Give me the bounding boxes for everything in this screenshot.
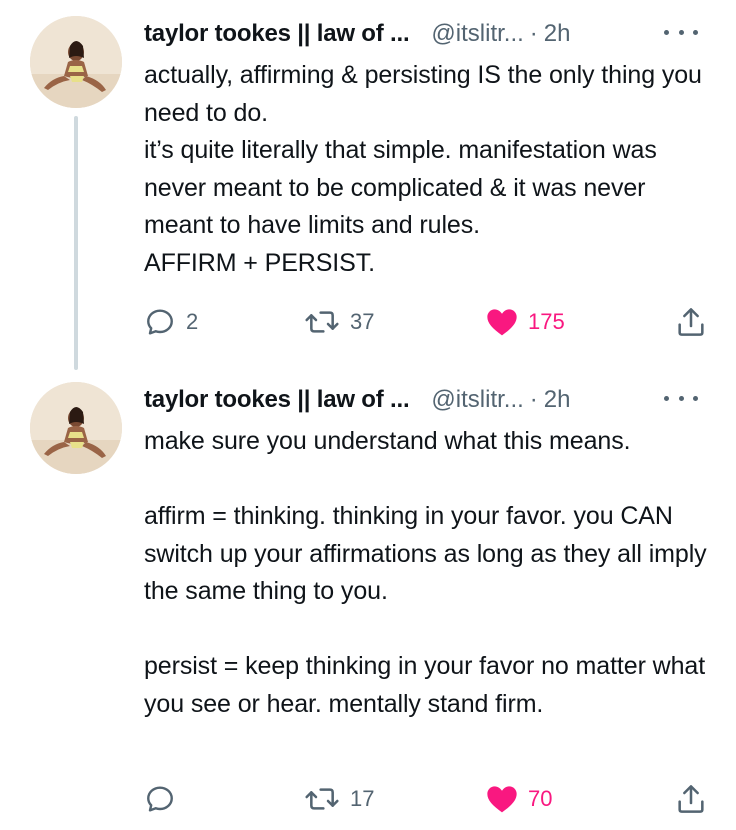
- tweet-actions: 17 70: [144, 779, 710, 819]
- avatar[interactable]: [30, 382, 122, 474]
- author-handle[interactable]: @itslitr...: [431, 20, 523, 48]
- avatar[interactable]: [30, 16, 122, 108]
- timestamp[interactable]: 2h: [544, 386, 571, 414]
- author-name[interactable]: taylor tookes || law of ...: [144, 20, 410, 48]
- tweet[interactable]: taylor tookes || law of ... @itslitr... …: [0, 370, 736, 830]
- timestamp[interactable]: 2h: [544, 20, 571, 48]
- tweet-header: taylor tookes || law of ... @itslitr... …: [144, 382, 704, 418]
- like-count: 70: [528, 786, 553, 811]
- retweet-icon: [305, 311, 339, 333]
- separator-dot: ·: [529, 20, 538, 47]
- tweet-text: actually, affirming & persisting IS the …: [144, 61, 702, 277]
- share-icon: [678, 785, 704, 813]
- tweet-header: taylor tookes || law of ... @itslitr... …: [144, 16, 704, 52]
- author-name[interactable]: taylor tookes || law of ...: [144, 386, 410, 414]
- heart-icon: [487, 786, 517, 813]
- like-button[interactable]: 70: [486, 779, 552, 819]
- tweet-actions: 2 37 175: [144, 302, 710, 342]
- retweet-button[interactable]: 37: [304, 302, 374, 342]
- tweet[interactable]: taylor tookes || law of ... @itslitr... …: [0, 0, 736, 370]
- separator-dot: ·: [529, 386, 538, 413]
- heart-icon: [487, 309, 517, 336]
- more-icon[interactable]: [664, 388, 698, 408]
- retweet-icon: [305, 788, 339, 810]
- retweet-button[interactable]: 17: [304, 779, 374, 819]
- like-count: 175: [528, 309, 565, 334]
- author-handle[interactable]: @itslitr...: [431, 386, 523, 414]
- reply-icon: [147, 309, 173, 335]
- reply-count: 2: [186, 309, 199, 334]
- like-button[interactable]: 175: [486, 302, 565, 342]
- reply-icon: [147, 786, 173, 812]
- reply-button[interactable]: [144, 779, 186, 819]
- share-button[interactable]: [676, 302, 706, 342]
- share-button[interactable]: [676, 779, 706, 819]
- retweet-count: 17: [350, 786, 375, 811]
- more-icon[interactable]: [664, 22, 698, 42]
- tweet-text: make sure you understand what this means…: [144, 427, 707, 718]
- reply-button[interactable]: 2: [144, 302, 198, 342]
- retweet-count: 37: [350, 309, 375, 334]
- share-icon: [678, 308, 704, 336]
